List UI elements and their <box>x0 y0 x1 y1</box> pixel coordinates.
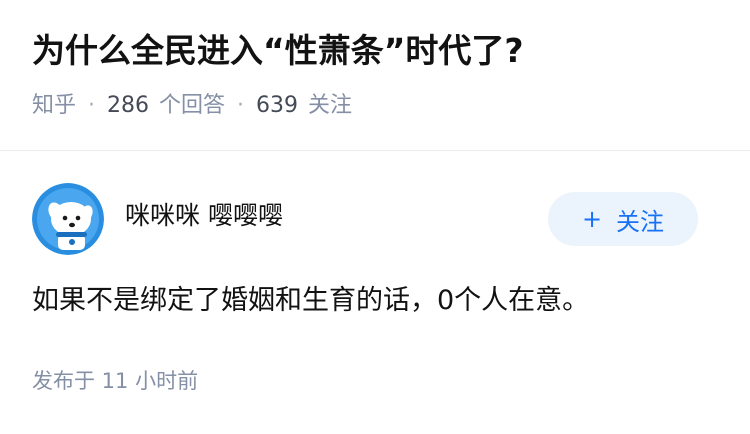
question-meta: 知乎 · 286 个回答 · 639 关注 <box>32 92 352 121</box>
follow-button-label: 关注 <box>616 207 665 236</box>
meta-separator: · <box>237 93 245 118</box>
question-title[interactable]: 为什么全民进入“性萧条”时代了? <box>32 30 524 73</box>
answer-card: 为什么全民进入“性萧条”时代了? 知乎 · 286 个回答 · 639 关注 咪咪咪 嘤嘤嘤 <box>0 0 750 434</box>
plus-icon: + <box>581 205 603 233</box>
author-name[interactable]: 咪咪咪 嘤嘤嘤 <box>125 200 283 233</box>
answers-count: 286 <box>107 93 150 118</box>
follow-button[interactable]: + 关注 <box>548 192 698 246</box>
answers-label[interactable]: 个回答 <box>159 93 225 118</box>
followers-label: 关注 <box>308 93 353 118</box>
answer-content[interactable]: 如果不是绑定了婚姻和生育的话，0个人在意。 <box>32 282 589 320</box>
author-row: 咪咪咪 嘤嘤嘤 + 关注 <box>0 176 750 266</box>
cartoon-dog-avatar-icon[interactable] <box>32 183 104 255</box>
question-header: 为什么全民进入“性萧条”时代了? 知乎 · 286 个回答 · 639 关注 <box>0 0 750 151</box>
followers-count: 639 <box>256 93 299 118</box>
publish-time: 发布于 11 小时前 <box>32 369 199 393</box>
source-label[interactable]: 知乎 <box>32 93 76 118</box>
meta-separator: · <box>88 93 96 118</box>
